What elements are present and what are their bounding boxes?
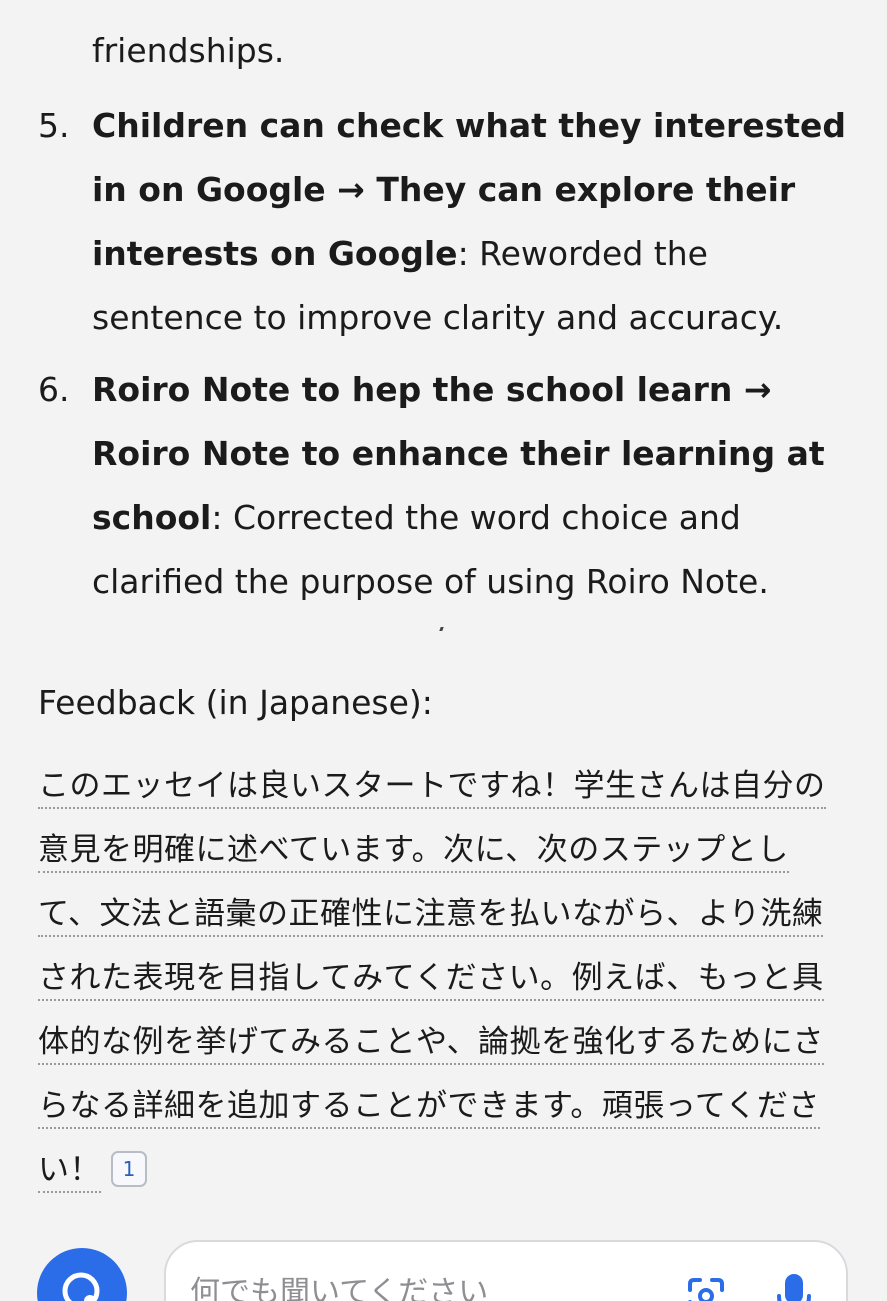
feedback-heading: Feedback (in Japanese):: [38, 683, 433, 722]
list-item-number: 6.: [38, 370, 70, 409]
stray-mark: [439, 627, 444, 631]
microphone-icon[interactable]: [776, 1272, 812, 1301]
list-item: 5. Children can check what they interest…: [0, 94, 887, 350]
composer: [164, 1240, 848, 1301]
assistant-button[interactable]: [37, 1248, 127, 1301]
corrections-list: 5. Children can check what they interest…: [0, 94, 887, 622]
feedback-text[interactable]: このエッセイは良いスタートですね！学生さんは自分の意見を明確に述べています。次に…: [38, 768, 826, 1193]
prompt-input[interactable]: [190, 1270, 650, 1301]
assistant-spark-icon: [62, 1272, 100, 1301]
list-item-number: 5.: [38, 106, 70, 145]
citation-badge[interactable]: 1: [111, 1151, 147, 1187]
previous-item-continuation: friendships.: [92, 31, 285, 70]
list-item: 6. Roiro Note to hep the school learn → …: [0, 358, 887, 614]
google-lens-icon[interactable]: [686, 1276, 726, 1301]
feedback-paragraph: このエッセイは良いスタートですね！学生さんは自分の意見を明確に述べています。次に…: [38, 754, 838, 1202]
